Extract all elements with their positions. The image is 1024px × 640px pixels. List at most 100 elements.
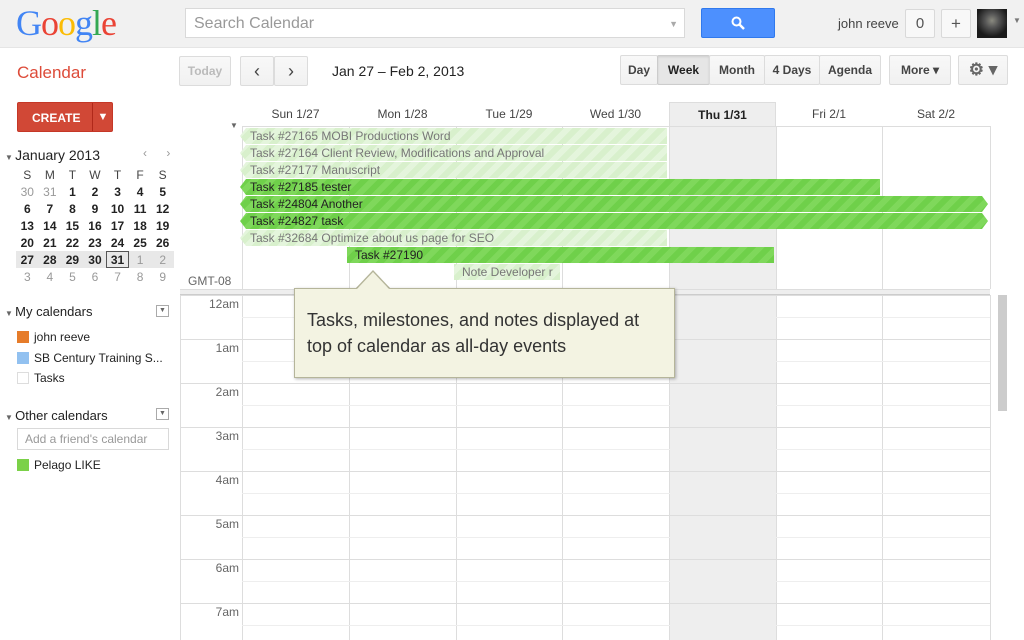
today-button[interactable]: Today xyxy=(179,56,231,86)
search-button[interactable] xyxy=(701,8,775,38)
other-calendars-menu-icon[interactable]: ▼ xyxy=(156,408,169,420)
day-header[interactable]: Mon 1/28 xyxy=(349,102,456,126)
weekday-label: T xyxy=(68,167,77,182)
search-options-icon[interactable]: ▼ xyxy=(669,19,678,29)
google-logo[interactable]: Google xyxy=(16,2,117,44)
notifications-button[interactable]: 0 xyxy=(905,9,935,38)
mini-calendar-day[interactable]: 4 xyxy=(129,183,152,200)
create-dropdown[interactable]: ▼ xyxy=(92,103,113,131)
allday-event[interactable]: Task #27177 Manuscript xyxy=(240,162,667,178)
settings-button[interactable]: ⚙ ▾ xyxy=(958,55,1008,85)
mini-calendar-day[interactable]: 29 xyxy=(61,251,84,268)
mini-calendar-day[interactable]: 3 xyxy=(16,268,39,285)
mini-calendar-day[interactable]: 5 xyxy=(151,183,174,200)
mini-calendar-day[interactable]: 4 xyxy=(39,268,62,285)
weekday-label: T xyxy=(113,167,122,182)
add-friend-calendar-input[interactable]: Add a friend's calendar xyxy=(17,428,169,450)
mini-calendar-day[interactable]: 31 xyxy=(106,251,129,268)
view-agenda[interactable]: Agenda xyxy=(819,55,881,85)
day-header[interactable]: Fri 2/1 xyxy=(776,102,882,126)
my-calendars-header[interactable]: ▼ My calendars xyxy=(5,304,92,319)
mini-calendar-nav[interactable]: ‹ › xyxy=(143,146,178,160)
mini-calendar-day[interactable]: 30 xyxy=(83,251,107,268)
allday-event[interactable]: Task #27190 xyxy=(347,247,774,263)
mini-calendar-day[interactable]: 23 xyxy=(84,234,107,251)
prev-button[interactable]: ‹ xyxy=(240,56,274,86)
mini-calendar-day[interactable]: 31 xyxy=(39,183,62,200)
share-button[interactable]: + xyxy=(941,9,971,38)
chevron-down-icon[interactable]: ▼ xyxy=(1013,16,1021,25)
mini-calendar-day[interactable]: 14 xyxy=(39,217,62,234)
allday-event[interactable]: Note Developer r xyxy=(454,264,560,280)
mini-calendar-day[interactable]: 24 xyxy=(106,234,129,251)
search-input[interactable]: Search Calendar ▼ xyxy=(185,8,685,38)
scrollbar[interactable] xyxy=(998,295,1007,411)
my-calendars-title: My calendars xyxy=(15,304,93,319)
mini-calendar-day[interactable]: 16 xyxy=(84,217,107,234)
day-header[interactable]: Wed 1/30 xyxy=(562,102,669,126)
mini-calendar-day[interactable]: 28 xyxy=(38,251,62,268)
view-week[interactable]: Week xyxy=(657,55,710,85)
mini-calendar-day[interactable]: 9 xyxy=(151,268,174,285)
mini-calendar-day[interactable]: 2 xyxy=(151,251,174,268)
mini-calendar-day[interactable]: 7 xyxy=(106,268,129,285)
mini-calendar-day[interactable]: 27 xyxy=(16,251,39,268)
mini-calendar-day[interactable]: 13 xyxy=(16,217,39,234)
day-header[interactable]: Sun 1/27 xyxy=(242,102,349,126)
mini-calendar-day[interactable]: 6 xyxy=(16,200,39,217)
mini-calendar-day[interactable]: 30 xyxy=(16,183,39,200)
mini-calendar-day[interactable]: 12 xyxy=(151,200,174,217)
view-month[interactable]: Month xyxy=(709,55,765,85)
weekday-label: W xyxy=(89,167,101,182)
mini-calendar-day[interactable]: 3 xyxy=(106,183,129,200)
mini-calendar-day[interactable]: 18 xyxy=(129,217,152,234)
mini-calendar-day[interactable]: 2 xyxy=(84,183,107,200)
allday-event[interactable]: Task #32684 Optimize about us page for S… xyxy=(240,230,667,246)
calendar-list-item[interactable]: Tasks xyxy=(17,368,163,389)
next-button[interactable]: › xyxy=(274,56,308,86)
mini-calendar-day[interactable]: 6 xyxy=(84,268,107,285)
day-header[interactable]: Tue 1/29 xyxy=(456,102,562,126)
mini-calendar-day[interactable]: 22 xyxy=(61,234,84,251)
hour-label: 4am xyxy=(215,473,239,487)
mini-calendar-day[interactable]: 5 xyxy=(61,268,84,285)
mini-calendar-day[interactable]: 25 xyxy=(129,234,152,251)
avatar[interactable] xyxy=(977,9,1007,38)
allday-event[interactable]: Task #24827 task xyxy=(240,213,988,229)
allday-event[interactable]: Task #27185 tester xyxy=(240,179,880,195)
calendar-list-item[interactable]: Pelago LIKE xyxy=(17,455,101,476)
mini-calendar-day[interactable]: 10 xyxy=(106,200,129,217)
mini-calendar-day[interactable]: 1 xyxy=(128,251,152,268)
view-day[interactable]: Day xyxy=(620,55,658,85)
day-header[interactable]: Thu 1/31 xyxy=(669,102,776,126)
hour-label: 2am xyxy=(215,385,239,399)
mini-calendar-day[interactable]: 8 xyxy=(61,200,84,217)
view-4days[interactable]: 4 Days xyxy=(764,55,820,85)
mini-calendar-day[interactable]: 21 xyxy=(39,234,62,251)
calendar-list-item[interactable]: SB Century Training S... xyxy=(17,348,163,369)
create-button[interactable]: CREATE ▼ xyxy=(17,102,113,132)
mini-calendar-day[interactable]: 7 xyxy=(39,200,62,217)
divider xyxy=(882,295,883,640)
mini-calendar-day[interactable]: 19 xyxy=(151,217,174,234)
divider xyxy=(990,126,991,289)
collapse-allday-icon[interactable]: ▼ xyxy=(230,121,238,130)
mini-calendar-day[interactable]: 1 xyxy=(61,183,84,200)
allday-event[interactable]: Task #24804 Another xyxy=(240,196,988,212)
allday-event[interactable]: Task #27164 Client Review, Modifications… xyxy=(240,145,667,161)
mini-calendar-day[interactable]: 15 xyxy=(61,217,84,234)
mini-calendar-day[interactable]: 17 xyxy=(106,217,129,234)
mini-calendar-day[interactable]: 11 xyxy=(129,200,152,217)
mini-calendar-title[interactable]: ▼ January 2013 xyxy=(5,147,100,163)
more-button[interactable]: More ▾ xyxy=(889,55,951,85)
mini-calendar-day[interactable]: 26 xyxy=(151,234,174,251)
day-header[interactable]: Sat 2/2 xyxy=(882,102,990,126)
calendar-list-item[interactable]: john reeve xyxy=(17,327,163,348)
mini-calendar-day[interactable]: 9 xyxy=(84,200,107,217)
mini-calendar-day[interactable]: 20 xyxy=(16,234,39,251)
my-calendars-menu-icon[interactable]: ▼ xyxy=(156,305,169,317)
allday-event[interactable]: Task #27165 MOBI Productions Word xyxy=(240,128,667,144)
other-calendars-header[interactable]: ▼ Other calendars xyxy=(5,408,108,423)
mini-calendar-day[interactable]: 8 xyxy=(129,268,152,285)
user-name[interactable]: john reeve xyxy=(838,16,899,31)
